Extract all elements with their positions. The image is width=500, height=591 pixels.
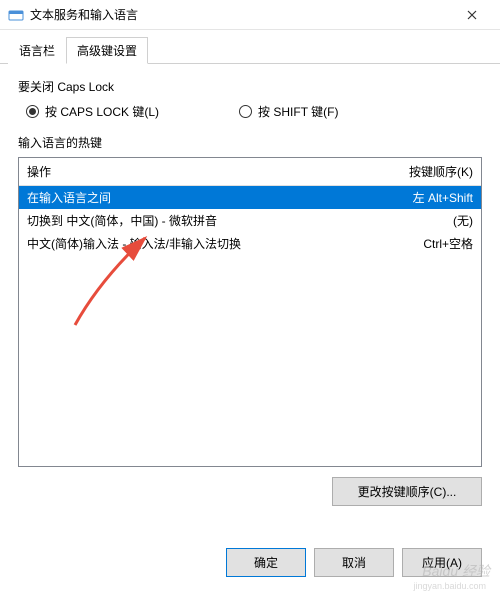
titlebar: 文本服务和输入语言	[0, 0, 500, 30]
tab-advanced-keys[interactable]: 高级键设置	[66, 37, 148, 64]
col-action[interactable]: 操作	[19, 158, 361, 185]
capslock-title: 要关闭 Caps Lock	[18, 78, 482, 95]
radio-icon	[239, 105, 252, 118]
tab-content: 要关闭 Caps Lock 按 CAPS LOCK 键(L) 按 SHIFT 键…	[0, 64, 500, 516]
radio-shift-key[interactable]: 按 SHIFT 键(F)	[239, 103, 338, 120]
table-row[interactable]: 在输入语言之间 左 Alt+Shift	[19, 186, 481, 209]
radio-icon	[26, 105, 39, 118]
window-title: 文本服务和输入语言	[30, 6, 452, 23]
cancel-button[interactable]: 取消	[314, 548, 394, 577]
cell-action: 中文(简体)输入法 - 输入法/非输入法切换	[27, 235, 363, 252]
cell-seq: (无)	[363, 212, 473, 229]
radio-label: 按 SHIFT 键(F)	[258, 103, 338, 120]
close-button[interactable]	[452, 0, 492, 30]
ok-button[interactable]: 确定	[226, 548, 306, 577]
radio-capslock-key[interactable]: 按 CAPS LOCK 键(L)	[26, 103, 159, 120]
cell-action: 切换到 中文(简体，中国) - 微软拼音	[27, 212, 363, 229]
app-icon	[8, 7, 24, 23]
tab-language-bar[interactable]: 语言栏	[8, 37, 66, 64]
change-sequence-button[interactable]: 更改按键顺序(C)...	[332, 477, 482, 506]
hotkeys-title: 输入语言的热键	[18, 134, 482, 151]
cell-seq: 左 Alt+Shift	[363, 189, 473, 206]
table-row[interactable]: 中文(简体)输入法 - 输入法/非输入法切换 Ctrl+空格	[19, 232, 481, 255]
col-sequence[interactable]: 按键顺序(K)	[361, 158, 481, 185]
radio-label: 按 CAPS LOCK 键(L)	[45, 103, 159, 120]
table-row[interactable]: 切换到 中文(简体，中国) - 微软拼音 (无)	[19, 209, 481, 232]
table-body[interactable]: 在输入语言之间 左 Alt+Shift 切换到 中文(简体，中国) - 微软拼音…	[19, 186, 481, 466]
apply-button[interactable]: 应用(A)	[402, 548, 482, 577]
hotkeys-group: 输入语言的热键 操作 按键顺序(K) 在输入语言之间 左 Alt+Shift 切…	[18, 134, 482, 506]
watermark-sub: jingyan.baidu.com	[413, 581, 486, 591]
cell-seq: Ctrl+空格	[363, 235, 473, 252]
dialog-footer: 确定 取消 应用(A)	[226, 548, 482, 577]
cell-action: 在输入语言之间	[27, 189, 363, 206]
tab-bar: 语言栏 高级键设置	[0, 30, 500, 64]
hotkeys-table: 操作 按键顺序(K) 在输入语言之间 左 Alt+Shift 切换到 中文(简体…	[18, 157, 482, 467]
table-header: 操作 按键顺序(K)	[19, 158, 481, 186]
capslock-group: 要关闭 Caps Lock 按 CAPS LOCK 键(L) 按 SHIFT 键…	[18, 78, 482, 120]
